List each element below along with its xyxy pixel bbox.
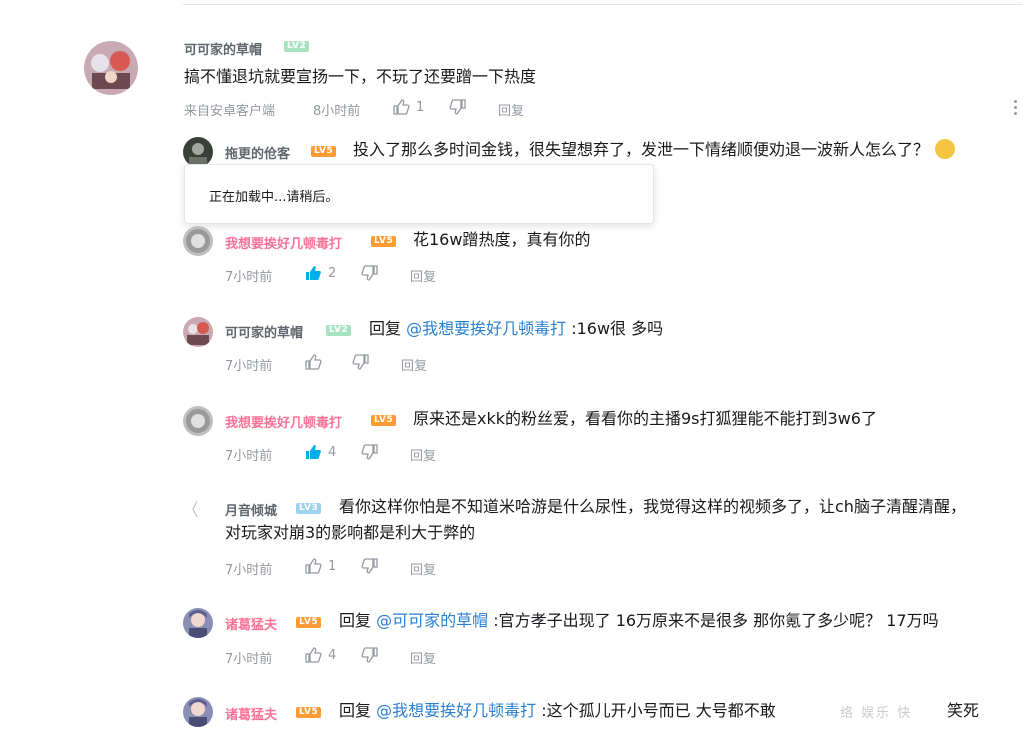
reply-text: 回复 @可可家的草帽 :官方孝子出现了 16万原来不是很多 那你氪了多少呢？ 1… (339, 609, 939, 633)
username[interactable]: 月音倾城 (225, 500, 277, 519)
like-count: 2 (328, 266, 337, 281)
reply-text: 投入了那么多时间金钱，很失望想弃了，发泄一下情绪顺便劝退一波新人怎么了？ (353, 138, 956, 162)
like-icon[interactable] (304, 353, 322, 371)
username[interactable]: 我想要挨好几顿毒打 (225, 412, 342, 431)
like-count: 4 (328, 445, 337, 460)
level-badge: LV5 (371, 415, 397, 426)
avatar[interactable] (183, 406, 213, 436)
more-menu-icon[interactable] (1014, 100, 1018, 118)
like-count: 1 (328, 559, 337, 574)
reply-text: 原来还是xkk的粉丝爱，看看你的主播9s打狐狸能不能打到3w6了 (413, 409, 877, 428)
like-icon[interactable] (304, 443, 322, 461)
reply-text: 看你这样你怕是不知道米哈游是什么尿性，我觉得这样的视频多了，让ch脑子清醒清醒， (339, 497, 966, 516)
level-badge: LV3 (296, 503, 322, 514)
avatar[interactable] (183, 697, 213, 727)
reply-button[interactable]: 回复 (410, 559, 436, 578)
comment-text: 搞不懂退坑就要宣扬一下，不玩了还要蹭一下热度 (184, 67, 537, 86)
reply-text: 回复 @我想要挨好几顿毒打 :16w很 多吗 (369, 317, 663, 341)
like-count: 4 (328, 648, 337, 663)
reply-button[interactable]: 回复 (410, 266, 436, 285)
reply-time: 7小时前 (225, 359, 273, 374)
avatar[interactable] (183, 317, 213, 347)
reply-time: 7小时前 (225, 563, 273, 578)
comment-time: 8小时前 (313, 104, 361, 119)
avatar[interactable] (183, 495, 213, 525)
dislike-icon[interactable] (361, 557, 379, 575)
avatar[interactable] (183, 226, 213, 256)
reply-text: 花16w蹭热度，真有你的 (413, 230, 591, 249)
like-icon[interactable] (304, 557, 322, 575)
reply-text-content: 投入了那么多时间金钱，很失望想弃了，发泄一下情绪顺便劝退一波新人怎么了？ (353, 140, 930, 159)
reply-time: 7小时前 (225, 270, 273, 285)
reply-button[interactable]: 回复 (401, 355, 427, 374)
username[interactable]: 我想要挨好几顿毒打 (225, 233, 342, 252)
mention-link[interactable]: @我想要挨好几顿毒打 (376, 701, 536, 720)
reply-text-content: :官方孝子出现了 16万原来不是很多 那你氪了多少呢？ 17万吗 (493, 611, 939, 630)
level-badge: LV5 (311, 146, 337, 157)
reply-text-tail: 笑死 (947, 701, 980, 720)
dislike-icon[interactable] (361, 646, 379, 664)
mention-link[interactable]: @我想要挨好几顿毒打 (406, 319, 566, 338)
loading-text: 正在加载中...请稍后。 (209, 190, 339, 205)
reply-text: 回复 @我想要挨好几顿毒打 :这个孤儿开小号而已 大号都不敢 (339, 699, 776, 723)
like-icon[interactable] (304, 646, 322, 664)
avatar[interactable] (84, 41, 138, 95)
like-icon[interactable] (392, 98, 410, 116)
dislike-icon[interactable] (361, 264, 379, 282)
level-badge: LV5 (296, 617, 322, 628)
reply-button[interactable]: 回复 (410, 445, 436, 464)
reply-text-content: :16w很 多吗 (571, 319, 664, 338)
mention-link[interactable]: @可可家的草帽 (376, 611, 488, 630)
username[interactable]: 拖更的伧客 (225, 143, 290, 162)
reply-keyword: 回复 (369, 319, 402, 338)
reply-time: 7小时前 (225, 449, 273, 464)
avatar[interactable] (183, 608, 213, 638)
username[interactable]: 可可家的草帽 (225, 322, 303, 341)
loading-popup: 正在加载中...请稍后。 (184, 164, 654, 224)
dislike-icon[interactable] (361, 443, 379, 461)
reply-keyword: 回复 (339, 701, 372, 720)
reply-text-content: :这个孤儿开小号而已 大号都不敢 (541, 701, 776, 720)
username[interactable]: 诸葛猛夫 (225, 614, 277, 633)
divider (183, 4, 1022, 5)
dislike-icon[interactable] (352, 353, 370, 371)
reply-text-continued: 对玩家对崩3的影响都是利大于弊的 (225, 523, 476, 542)
reply-time: 7小时前 (225, 652, 273, 667)
comment-source: 来自安卓客户端 (184, 104, 276, 119)
dislike-icon[interactable] (449, 98, 467, 116)
like-icon[interactable] (304, 264, 322, 282)
level-badge: LV2 (284, 41, 310, 52)
username[interactable]: 可可家的草帽 (184, 39, 262, 58)
username[interactable]: 诸葛猛夫 (225, 704, 277, 723)
watermark: 络 娱乐 快 (840, 706, 913, 721)
like-count: 1 (416, 100, 425, 115)
reply-button[interactable]: 回复 (498, 100, 524, 119)
avatar[interactable] (183, 137, 213, 167)
level-badge: LV5 (371, 236, 397, 247)
laugh-cry-emoji-icon (935, 139, 956, 159)
reply-button[interactable]: 回复 (410, 648, 436, 667)
reply-keyword: 回复 (339, 611, 372, 630)
level-badge: LV2 (326, 325, 352, 336)
level-badge: LV5 (296, 707, 322, 718)
